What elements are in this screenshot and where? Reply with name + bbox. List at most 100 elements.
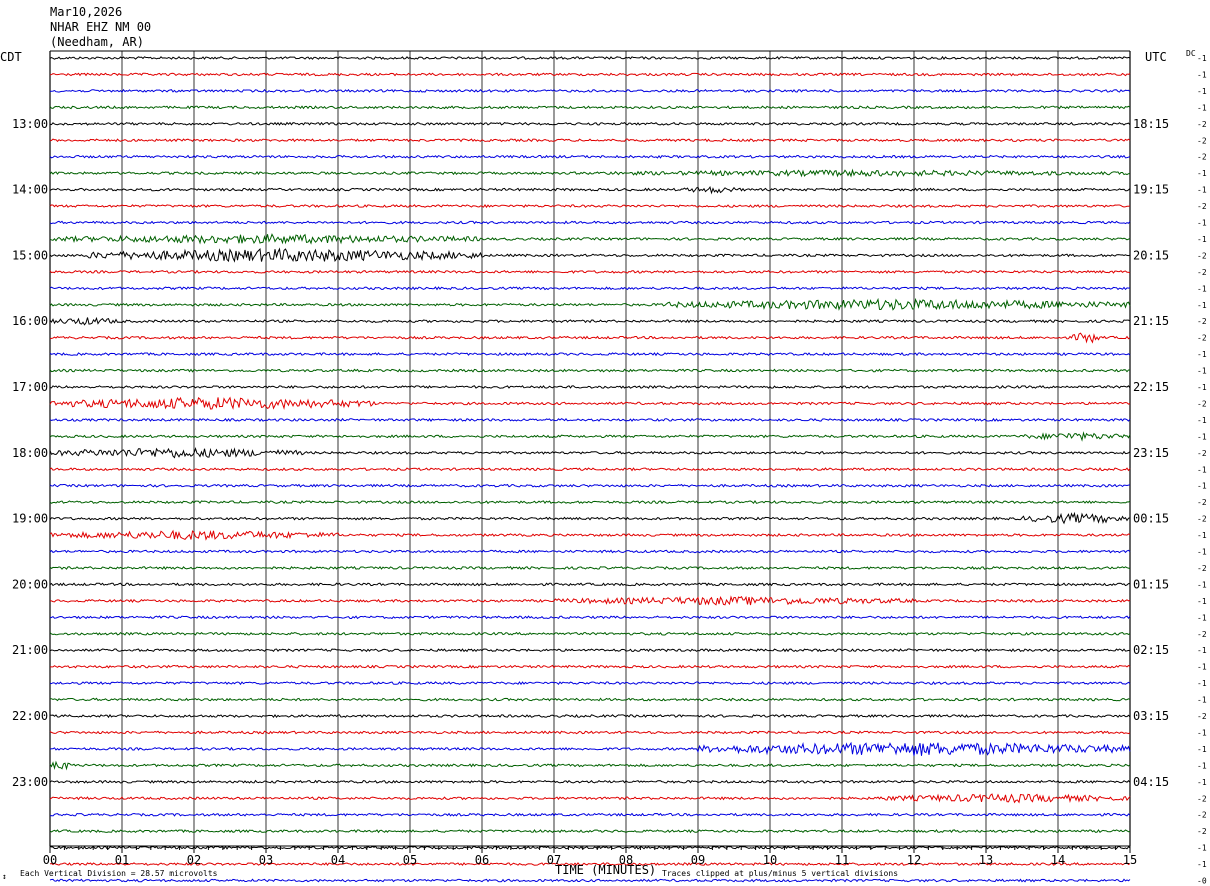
right-hour-label: 01:15 [1133,577,1169,591]
right-hour-label: 19:15 [1133,183,1169,197]
dc-offset-value: -1 [1197,696,1207,705]
x-tick-label: 04 [331,853,345,867]
trace-group [49,55,1131,883]
trace-6 [49,154,1131,159]
dc-offset-value: -1 [1197,465,1207,474]
right-hour-label: 04:15 [1133,775,1169,789]
dc-offset-value: -1 [1197,432,1207,441]
left-hour-label: 15:00 [12,248,48,262]
dc-offset-value: -1 [1197,284,1207,293]
trace-16 [49,316,1131,326]
trace-29 [49,529,1131,541]
scale-mark: ↕ [2,872,7,881]
dc-offset-value: -1 [1197,350,1207,359]
dc-offset-value: -2 [1197,317,1207,326]
header-station: NHAR EHZ NM 00 [50,20,151,34]
trace-25 [49,467,1131,472]
dc-offset-value: -2 [1197,136,1207,145]
trace-26 [49,483,1131,488]
left-hour-label: 14:00 [12,183,48,197]
trace-5 [49,138,1131,143]
trace-24 [49,446,1131,459]
dc-offset-value: -2 [1197,120,1207,129]
trace-19 [49,368,1131,373]
dc-offset-value: -1 [1197,301,1207,310]
trace-17 [49,332,1131,344]
trace-39 [49,697,1131,702]
grid-lines [49,50,1131,847]
trace-14 [49,286,1131,291]
dc-offset-value: -1 [1197,761,1207,770]
trace-44 [49,779,1131,784]
trace-22 [49,417,1131,422]
trace-13 [49,269,1131,274]
trace-33 [49,595,1131,606]
dc-offset-value: -1 [1197,663,1207,672]
dc-offset-value: -1 [1197,169,1207,178]
dc-offset-value: -1 [1197,219,1207,228]
trace-35 [49,631,1131,636]
right-hour-label: 03:15 [1133,709,1169,723]
left-hour-label: 23:00 [12,775,48,789]
right-hour-label: 23:15 [1133,446,1169,460]
dc-offset-value: -1 [1197,778,1207,787]
trace-41 [49,730,1131,735]
x-tick-label: 06 [475,853,489,867]
left-hour-label: 19:00 [12,512,48,526]
trace-11 [49,233,1131,245]
trace-2 [49,88,1131,93]
dc-offset-value: -2 [1197,334,1207,343]
trace-37 [49,664,1131,669]
dc-offset-value: -2 [1197,399,1207,408]
dc-offset-column: -1 -1 -1 -1 -2 -2 -2 -1 -1 -2 -1 -1 -2 -2 -1 -1 -2 -2 -1 -1… [1197,54,1207,886]
right-hour-label: 18:15 [1133,117,1169,131]
dc-offset-value: -1 [1197,87,1207,96]
right-hour-label: 20:15 [1133,248,1169,262]
dc-offset-value: -1 [1197,613,1207,622]
helicorder-plot: Mar10,2026 NHAR EHZ NM 00 (Needham, AR) … [0,5,1207,886]
trace-9 [49,204,1131,209]
dc-offset-value: -0 [1197,877,1207,886]
trace-38 [49,681,1131,686]
right-hour-label: 22:15 [1133,380,1169,394]
dc-offset-value: -1 [1197,186,1207,195]
trace-20 [49,385,1131,389]
trace-18 [49,352,1131,357]
trace-23 [49,431,1131,442]
dc-label: DC [1186,49,1196,58]
trace-21 [49,396,1131,410]
dc-offset-value: -1 [1197,416,1207,425]
dc-offset-value: -2 [1197,251,1207,260]
dc-offset-value: -1 [1197,548,1207,557]
x-tick-label: 14 [1051,853,1065,867]
x-tick-label: 15 [1123,853,1137,867]
left-hour-label: 21:00 [12,643,48,657]
dc-offset-value: -1 [1197,745,1207,754]
left-hour-label: 13:00 [12,117,48,131]
dc-offset-value: -1 [1197,580,1207,589]
x-tick-label: 02 [187,853,201,867]
trace-10 [49,220,1131,225]
right-hour-label: 21:15 [1133,314,1169,328]
dc-offset-value: -2 [1197,564,1207,573]
header-location: (Needham, AR) [50,35,144,49]
dc-offset-value: -2 [1197,630,1207,639]
trace-7 [49,168,1131,178]
dc-offset-value: -1 [1197,103,1207,112]
trace-28 [49,511,1131,525]
dc-offset-value: -1 [1197,646,1207,655]
left-hour-labels: 13:00 14:00 15:00 16:00 17:00 18:00 19:00 20:00… [12,117,48,789]
x-tick-label: 13 [979,853,993,867]
trace-30 [49,549,1131,554]
trace-43 [49,760,1131,771]
x-tick-label: 05 [403,853,417,867]
dc-offset-value: -2 [1197,498,1207,507]
trace-32 [49,582,1131,587]
right-hour-labels: 18:15 19:15 20:15 21:15 22:15 23:15 00:15 01:15… [1133,117,1169,789]
trace-8 [49,186,1131,195]
trace-1 [49,72,1131,77]
trace-48 [49,845,1131,850]
dc-offset-value: -2 [1197,515,1207,524]
left-hour-label: 20:00 [12,577,48,591]
trace-0 [49,55,1131,60]
